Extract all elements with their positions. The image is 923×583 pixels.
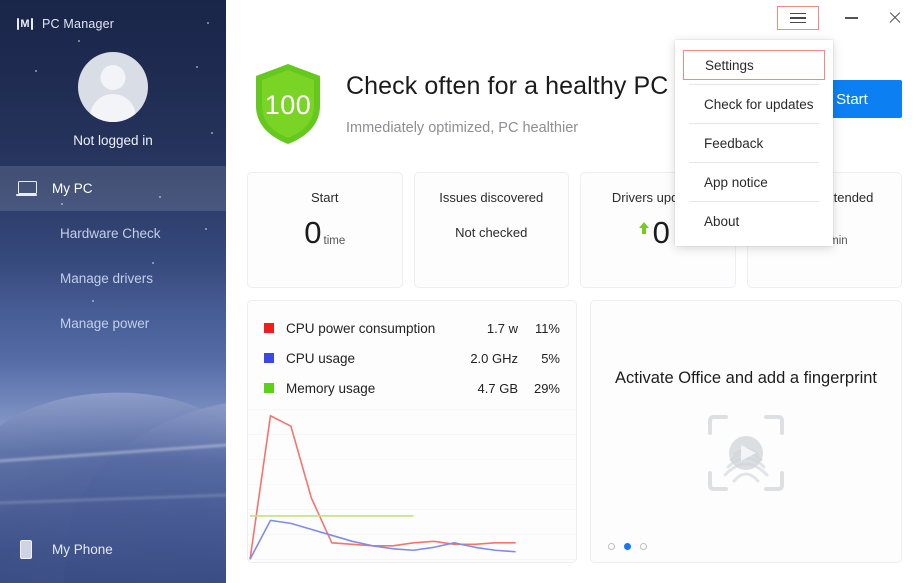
metric-percent: 11%	[534, 320, 560, 336]
menu-item-settings[interactable]: Settings	[683, 50, 825, 80]
login-status-label: Not logged in	[73, 133, 153, 148]
metric-value: 1.7 w	[486, 320, 518, 336]
menu-divider	[689, 123, 819, 124]
carousel-dot[interactable]	[608, 543, 615, 550]
stat-card-title: Issues discovered	[439, 190, 544, 205]
monitor-icon	[0, 181, 52, 196]
hamburger-icon	[790, 10, 806, 26]
metric-value: 4.7 GB	[477, 380, 518, 396]
sidebar-item-label: My PC	[52, 181, 93, 196]
avatar[interactable]	[78, 52, 148, 122]
menu-divider	[689, 201, 819, 202]
stat-card-unit: time	[323, 235, 346, 247]
app-menu-dropdown: Settings Check for updates Feedback App …	[675, 40, 833, 246]
chart-series-cpu-power-consumption	[250, 416, 516, 559]
metrics-chart	[248, 407, 576, 562]
metric-name: CPU usage	[286, 350, 356, 366]
metrics-legend: CPU power consumption 1.7 w 11% CPU usag…	[248, 301, 576, 407]
minimize-button[interactable]	[829, 4, 873, 32]
metric-row[interactable]: CPU usage 2.0 GHz 5%	[264, 343, 560, 373]
minimize-icon	[844, 17, 858, 19]
fingerprint-play-icon[interactable]	[698, 405, 794, 506]
menu-item-label: Settings	[705, 57, 754, 73]
menu-item-label: Check for updates	[704, 96, 814, 112]
app-logo-icon: M	[17, 17, 33, 30]
system-metrics-panel: CPU power consumption 1.7 w 11% CPU usag…	[247, 300, 577, 563]
stat-card-start[interactable]: Start 0 time	[247, 172, 403, 288]
sidebar-item-my-phone[interactable]: My Phone	[0, 527, 226, 571]
phone-icon	[0, 539, 52, 559]
legend-swatch-icon	[264, 383, 274, 393]
chart-series-cpu-usage	[250, 520, 516, 559]
menu-item-label: About	[704, 213, 740, 229]
legend-swatch-icon	[264, 323, 274, 333]
lower-panels: CPU power consumption 1.7 w 11% CPU usag…	[226, 288, 923, 583]
menu-divider	[689, 162, 819, 163]
sidebar-item-hardware-check[interactable]: Hardware Check	[0, 211, 226, 256]
sidebar-item-manage-drivers[interactable]: Manage drivers	[0, 256, 226, 301]
menu-item-label: App notice	[704, 174, 768, 190]
metrics-line-chart	[248, 407, 576, 562]
promo-title: Activate Office and add a fingerprint	[614, 369, 878, 387]
metric-percent: 29%	[533, 380, 560, 396]
menu-item-check-for-updates[interactable]: Check for updates	[683, 89, 825, 119]
sidebar-item-my-pc[interactable]: My PC	[0, 166, 226, 211]
sidebar-item-label: My Phone	[52, 541, 113, 557]
sidebar-item-manage-power[interactable]: Manage power	[0, 301, 226, 346]
sidebar-nav: My PC Hardware Check Manage drivers Mana…	[0, 166, 226, 346]
menu-divider	[689, 84, 819, 85]
menu-item-feedback[interactable]: Feedback	[683, 128, 825, 158]
carousel-dot-active[interactable]	[624, 543, 631, 550]
metric-percent: 5%	[541, 350, 560, 366]
app-brand: M PC Manager	[0, 0, 226, 34]
sidebar-item-label: Manage power	[60, 316, 150, 331]
stat-card-issues-discovered[interactable]: Issues discovered Not checked	[413, 172, 569, 288]
carousel-dot[interactable]	[640, 543, 647, 550]
carousel-dots	[608, 543, 647, 550]
hamburger-menu-button[interactable]	[777, 6, 819, 30]
metric-row[interactable]: CPU power consumption 1.7 w 11%	[264, 313, 560, 343]
metric-row[interactable]: Memory usage 4.7 GB 29%	[264, 373, 560, 403]
stat-card-value: 0	[304, 215, 322, 250]
metric-name: CPU power consumption	[286, 320, 436, 336]
health-shield: 100	[252, 62, 324, 146]
promo-panel[interactable]: Activate Office and add a fingerprint	[590, 300, 902, 563]
menu-item-app-notice[interactable]: App notice	[683, 167, 825, 197]
stat-card-title: Start	[311, 190, 339, 205]
menu-item-about[interactable]: About	[683, 206, 825, 236]
sidebar: M PC Manager Not logged in My PC Hardwar…	[0, 0, 226, 583]
health-score: 100	[264, 90, 312, 120]
sidebar-item-label: Hardware Check	[60, 226, 161, 241]
sidebar-item-label: Manage drivers	[60, 271, 154, 286]
metric-name: Memory usage	[286, 380, 376, 396]
menu-item-label: Feedback	[704, 135, 764, 151]
app-title: PC Manager	[42, 16, 115, 31]
stat-card-note: Not checked	[455, 225, 528, 240]
title-bar	[226, 0, 923, 36]
pc-manager-window: M PC Manager Not logged in My PC Hardwar…	[0, 0, 923, 583]
user-profile[interactable]: Not logged in	[0, 52, 226, 148]
close-icon	[888, 11, 902, 25]
close-button[interactable]	[873, 4, 917, 32]
stat-card-value: 0	[652, 215, 670, 250]
metric-value: 2.0 GHz	[470, 350, 518, 366]
legend-swatch-icon	[264, 353, 274, 363]
